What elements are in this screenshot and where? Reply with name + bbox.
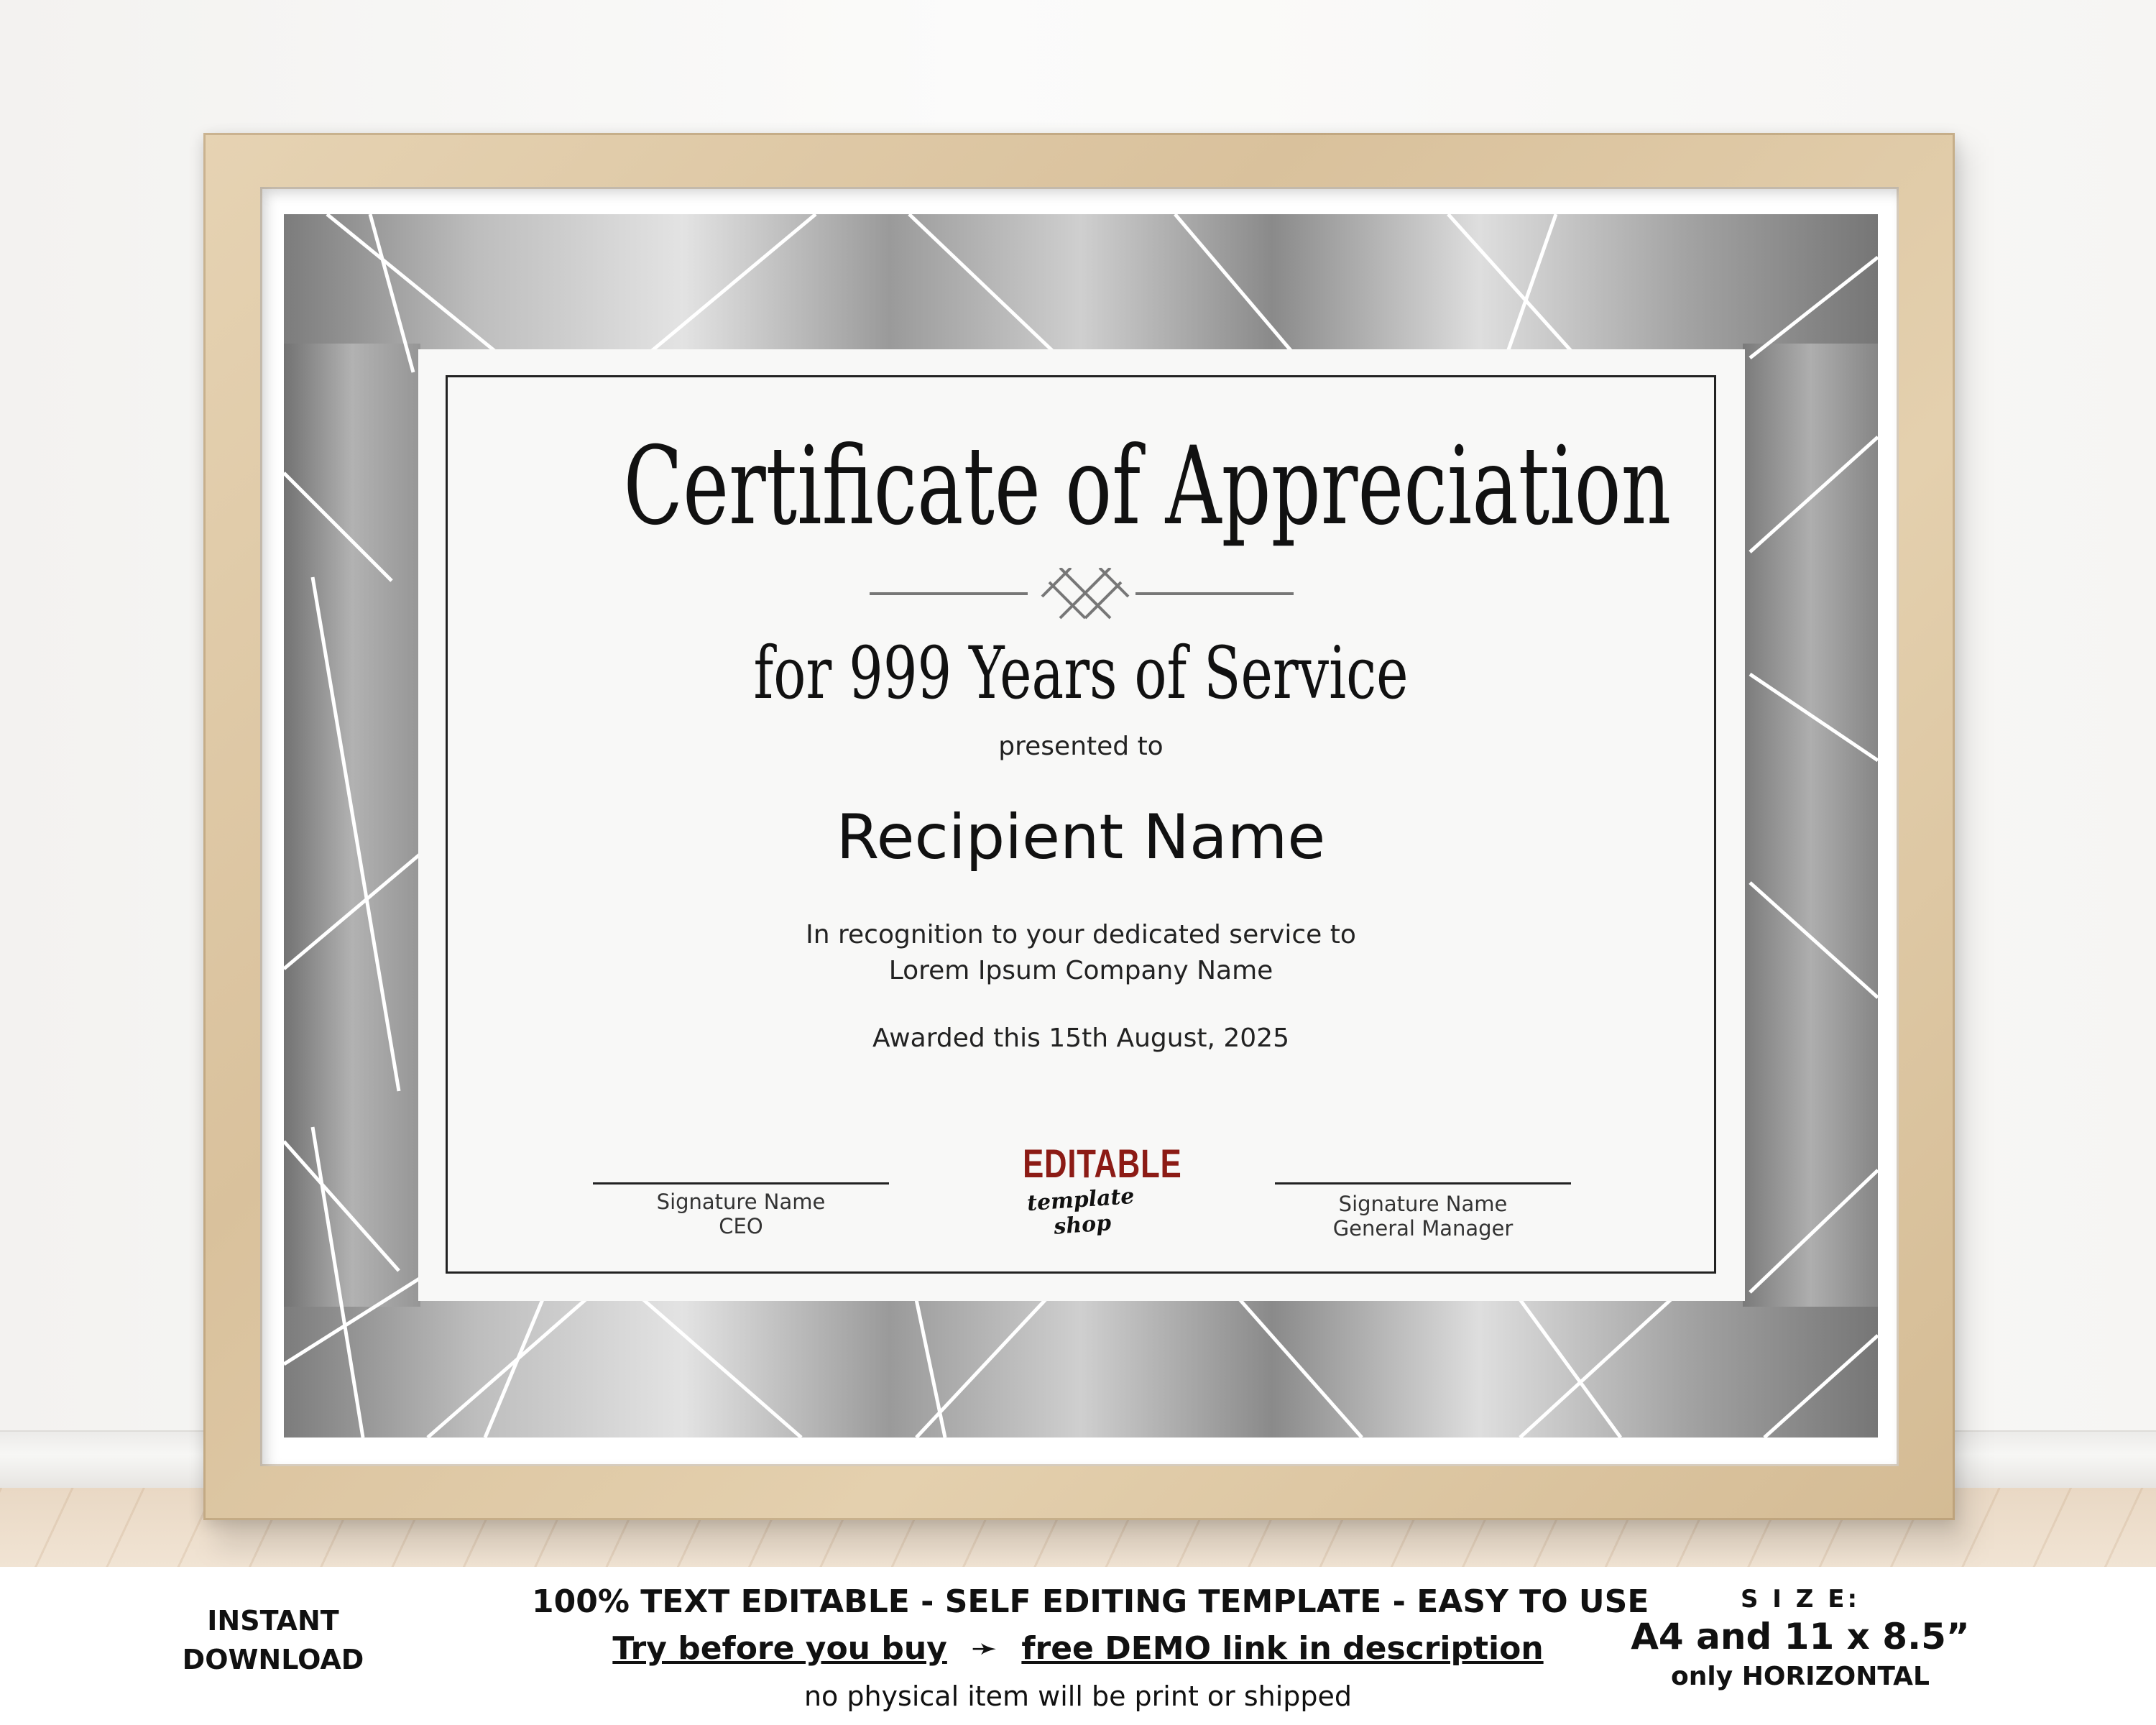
editable-headline: 100% TEXT EDITABLE - SELF EDITING TEMPLA…: [532, 1583, 1649, 1620]
recognition-line-2: Lorem Ipsum Company Name: [888, 956, 1273, 985]
template-shop-logo-script: template shop: [1026, 1183, 1135, 1240]
presented-to-label: presented to: [998, 732, 1164, 761]
download-label: DOWNLOAD: [182, 1644, 364, 1675]
instant-label: INSTANT: [207, 1605, 339, 1637]
awarded-date: Awarded this 15th August, 2025: [872, 1024, 1289, 1053]
signature-block-right: Signature Name General Manager: [1275, 1192, 1571, 1241]
no-physical-item-note: no physical item will be print or shippe…: [803, 1680, 1353, 1712]
orientation-note: only HORIZONTAL: [1671, 1662, 1930, 1691]
certificate-title: Certificate of Appreciation: [623, 424, 1672, 549]
arrow-icon: ➛: [971, 1630, 998, 1667]
editable-logo: EDITABLE: [1023, 1141, 1182, 1186]
size-value: A4 and 11 x 8.5”: [1631, 1616, 1970, 1657]
recipient-name: Recipient Name: [836, 801, 1326, 873]
instant-download-label: INSTANT DOWNLOAD: [144, 1601, 402, 1679]
ornament-divider: [870, 568, 1294, 620]
try-before-you-buy: Try before you buy: [612, 1630, 947, 1667]
recognition-line-1: In recognition to your dedicated service…: [806, 920, 1356, 949]
product-mockup-scene: Certificate of Appreciation for 999 Year…: [0, 0, 2156, 1725]
size-label: S I Z E:: [1740, 1585, 1861, 1614]
recognition-text: In recognition to your dedicated service…: [446, 917, 1716, 989]
signature-line-right: [1275, 1182, 1571, 1184]
signature-role-left: CEO: [719, 1214, 763, 1238]
signature-name-left: Signature Name: [656, 1190, 826, 1214]
signature-block-left: Signature Name CEO: [593, 1190, 889, 1238]
signature-line-left: [593, 1182, 889, 1184]
certificate-subtitle: for 999 Years of Service: [753, 631, 1409, 715]
signature-name-right: Signature Name: [1338, 1192, 1508, 1216]
demo-link-text: free DEMO link in description: [1021, 1630, 1544, 1667]
demo-line: Try before you buy ➛ free DEMO link in d…: [532, 1630, 1624, 1667]
signature-role-right: General Manager: [1332, 1216, 1514, 1241]
